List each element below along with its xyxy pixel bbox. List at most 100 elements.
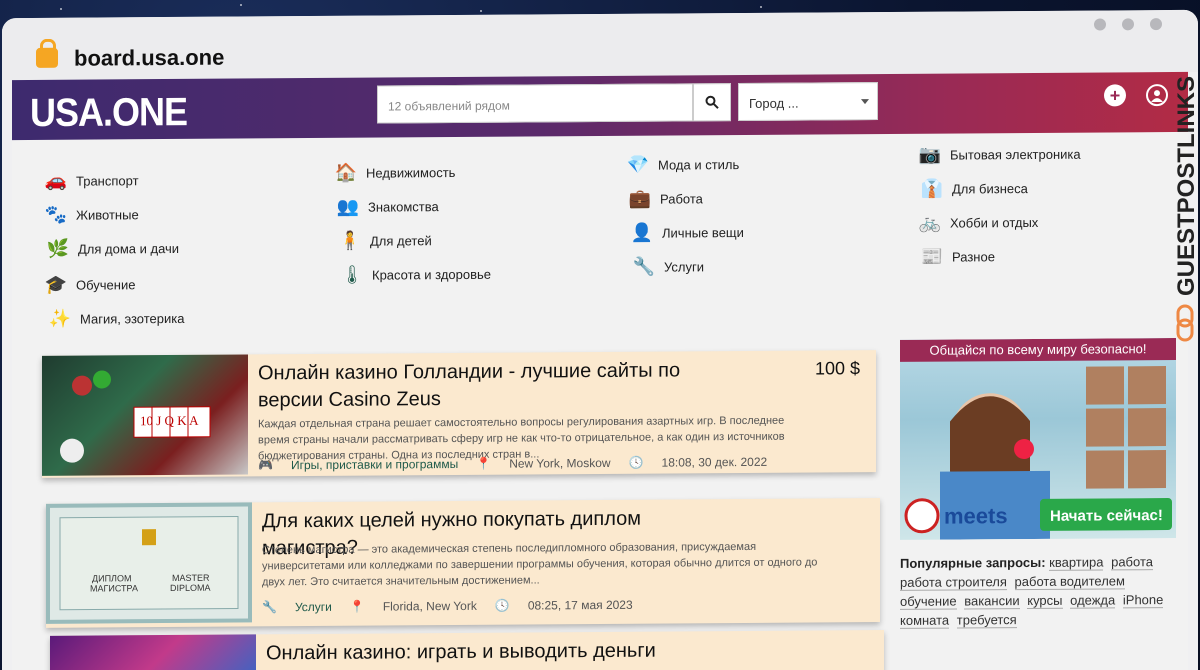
- category-item[interactable]: 👔 Для бизнеса: [920, 177, 1028, 200]
- gamepad-icon: 🎮: [258, 458, 273, 473]
- health-icon: 🌡: [340, 264, 364, 285]
- casino-chips-image: 10 J Q K A: [60, 370, 211, 463]
- window-dot-icon[interactable]: [1122, 18, 1134, 31]
- popular-tag[interactable]: комната: [900, 612, 950, 629]
- search-button[interactable]: [693, 83, 731, 122]
- popular-tag[interactable]: квартира: [1049, 554, 1104, 571]
- category-item[interactable]: 🚲 Хобби и отдых: [918, 211, 1039, 234]
- ad-image: meets Начать сейчас!: [904, 366, 1172, 540]
- guestpostlinks-watermark: GUESTPOSTLINKS: [1173, 76, 1198, 342]
- listing-title[interactable]: Онлайн казино Голландии - лучшие сайты п…: [258, 357, 738, 414]
- category-item[interactable]: 🌿 Для дома и дачи: [46, 237, 179, 260]
- child-icon: 🧍: [338, 230, 362, 251]
- popular-tag[interactable]: работа: [1111, 554, 1153, 571]
- window-dot-icon[interactable]: [1150, 18, 1162, 31]
- diploma-image: ДИПЛОМ МАГИСТРА MASTER DIPLOMA: [59, 516, 239, 611]
- thumb-diploma-line2: МАГИСТРА: [90, 583, 138, 593]
- popular-tag[interactable]: вакансии: [964, 593, 1020, 610]
- city-select[interactable]: Город ...: [738, 82, 878, 122]
- category-item[interactable]: 👥 Знакомства: [336, 195, 439, 218]
- category-item[interactable]: 🧍 Для детей: [338, 229, 432, 252]
- bicycle-icon: 🚲: [918, 212, 942, 233]
- listing-card[interactable]: ДИПЛОМ МАГИСТРА MASTER DIPLOMA Для каких…: [46, 498, 880, 628]
- window-dot-icon[interactable]: [1094, 18, 1106, 31]
- category-item[interactable]: 🚗 Транспорт: [44, 169, 139, 192]
- site-logo[interactable]: USA.ONE: [30, 89, 187, 136]
- category-item[interactable]: 💎 Мода и стиль: [626, 153, 740, 176]
- magic-wand-icon: ✨: [48, 308, 72, 329]
- category-item[interactable]: 🐾 Животные: [44, 203, 139, 226]
- category-item[interactable]: 🏠 Недвижимость: [334, 161, 456, 184]
- thumb-diploma-line1: ДИПЛОМ: [92, 573, 131, 583]
- wrench-icon: 🔧: [262, 600, 277, 615]
- category-item[interactable]: 💼 Работа: [628, 187, 703, 210]
- clock-icon: 🕓: [494, 598, 510, 613]
- category-item[interactable]: 📰 Разное: [920, 245, 995, 268]
- category-item[interactable]: 🔧 Услуги: [632, 255, 704, 278]
- tie-icon: 👔: [920, 178, 944, 199]
- plant-icon: 🌿: [46, 238, 70, 259]
- address-bar[interactable]: board.usa.one: [74, 45, 224, 72]
- location-icon: 📍: [349, 599, 365, 614]
- popular-tag[interactable]: одежда: [1070, 592, 1116, 609]
- newspaper-icon: 📰: [920, 246, 944, 267]
- link-icon: [1176, 304, 1194, 342]
- listing-location: Florida, New York: [382, 598, 477, 614]
- search-input[interactable]: 12 объявлений рядом: [377, 83, 693, 124]
- ad-brand: meets: [944, 503, 1008, 528]
- search-icon: [705, 95, 719, 109]
- car-icon: 🚗: [44, 170, 68, 191]
- category-item[interactable]: 📷 Бытовая электроника: [918, 143, 1081, 166]
- diamond-icon: 💎: [626, 154, 650, 175]
- listing-meta: 🔧 Услуги 📍 Florida, New York 🕓 08:25, 17…: [262, 598, 633, 615]
- browser-window: board.usa.one USA.ONE 12 объявлений рядо…: [2, 9, 1198, 670]
- home-icon: 🏠: [334, 162, 358, 183]
- category-item[interactable]: 🎓 Обучение: [44, 273, 136, 296]
- listing-thumbnail[interactable]: [50, 634, 256, 670]
- briefcase-icon: 💼: [628, 188, 652, 209]
- browser-toolbar: board.usa.one: [2, 9, 1198, 81]
- category-grid: 🚗 Транспорт 🐾 Животные 🌿 Для дома и дачи 🎓 О…: [12, 132, 1188, 345]
- lock-icon: [36, 47, 58, 68]
- listing-card[interactable]: 10 J Q K A Онлайн казино Голландии - луч…: [42, 350, 876, 478]
- popular-label: Популярные запросы:: [900, 554, 1046, 571]
- ad-banner[interactable]: Общайся по всему миру безопасно! meets Н…: [900, 337, 1176, 540]
- listing-category[interactable]: Услуги: [295, 600, 332, 614]
- user-icon: 👤: [630, 222, 654, 243]
- sidebar: Общайся по всему миру безопасно! meets Н…: [900, 337, 1176, 630]
- clock-icon: 🕓: [628, 455, 644, 470]
- paw-icon: 🐾: [44, 204, 68, 225]
- window-controls: [1094, 18, 1162, 31]
- popular-tag[interactable]: iPhone: [1122, 592, 1164, 609]
- category-item[interactable]: 🌡 Красота и здоровье: [340, 263, 491, 286]
- listing-date: 08:25, 17 мая 2023: [527, 597, 633, 613]
- add-listing-icon[interactable]: +: [1104, 84, 1126, 107]
- popular-tag[interactable]: работа строителя: [900, 574, 1007, 591]
- site-page: USA.ONE 12 объявлений рядом Город ... + …: [12, 71, 1188, 670]
- popular-queries: Популярные запросы: квартира работа рабо…: [900, 552, 1176, 630]
- users-icon: 👥: [336, 196, 360, 217]
- popular-tag[interactable]: курсы: [1027, 592, 1063, 610]
- category-item[interactable]: ✨ Магия, эзотерика: [48, 307, 185, 330]
- listing-thumbnail[interactable]: 10 J Q K A: [42, 354, 248, 476]
- ad-headline: Общайся по всему миру безопасно!: [900, 337, 1176, 362]
- wrench-icon: 🔧: [632, 256, 656, 277]
- svg-text:10 J Q K A: 10 J Q K A: [140, 413, 199, 428]
- thumb-master-line2: DIPLOMA: [170, 583, 211, 593]
- watermark-text: GUESTPOSTLINKS: [1173, 76, 1198, 296]
- popular-tag[interactable]: работа водителем: [1014, 573, 1125, 591]
- category-item[interactable]: 👤 Личные вещи: [630, 221, 744, 244]
- listing-date: 18:08, 30 дек. 2022: [661, 454, 768, 470]
- graduation-cap-icon: 🎓: [44, 274, 68, 295]
- user-account-icon[interactable]: [1146, 84, 1168, 107]
- listing-description: Степень магистра — это академическая сте…: [262, 540, 818, 589]
- listing-title[interactable]: Онлайн казино: играть и выводить деньги …: [266, 637, 746, 670]
- popular-tag[interactable]: требуется: [956, 612, 1017, 629]
- camera-icon: 📷: [918, 144, 942, 165]
- listing-thumbnail[interactable]: ДИПЛОМ МАГИСТРА MASTER DIPLOMA: [46, 502, 252, 624]
- location-icon: 📍: [476, 456, 492, 471]
- listing-card[interactable]: Онлайн казино: играть и выводить деньги …: [50, 630, 884, 670]
- listing-meta: 🎮 Игры, приставки и программы 📍 New York…: [258, 455, 767, 473]
- popular-tag[interactable]: обучение: [900, 593, 957, 610]
- listing-category[interactable]: Игры, приставки и программы: [291, 457, 458, 472]
